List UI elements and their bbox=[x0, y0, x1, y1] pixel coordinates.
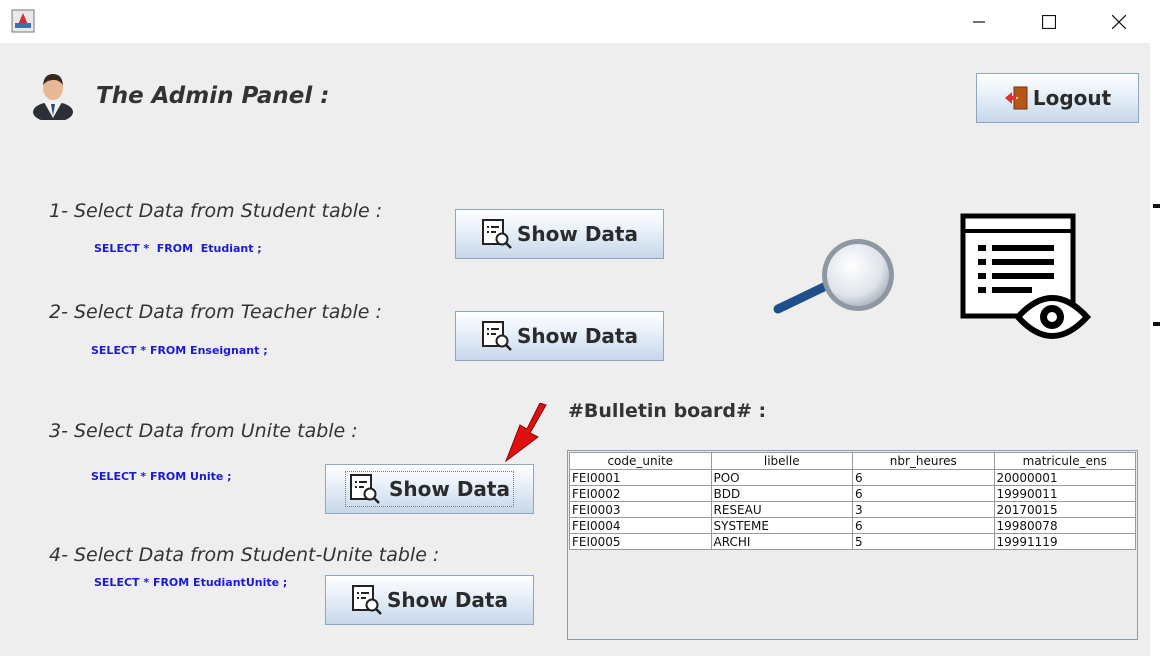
column-header[interactable]: matricule_ens bbox=[993, 452, 1136, 470]
focus-indicator: Show Data bbox=[345, 471, 514, 507]
search-document-icon bbox=[482, 219, 512, 249]
table-row[interactable]: FEI0003 RESEAU 3 20170015 bbox=[569, 501, 1136, 518]
table-cell[interactable]: FEI0002 bbox=[569, 485, 712, 502]
minimize-icon bbox=[973, 20, 985, 23]
bulletin-table-panel[interactable]: code_unite libelle nbr_heures matricule_… bbox=[567, 450, 1138, 640]
show-data-label: Show Data bbox=[389, 477, 510, 501]
table-cell[interactable]: 19990011 bbox=[993, 485, 1136, 502]
section-3-query: SELECT * FROM Unite ; bbox=[91, 470, 232, 483]
admin-panel: The Admin Panel : Logout 1- Select Data … bbox=[0, 43, 1150, 656]
table-cell[interactable]: 6 bbox=[852, 469, 995, 486]
table-cell[interactable]: 3 bbox=[852, 501, 995, 518]
section-4-query: SELECT * FROM EtudiantUnite ; bbox=[94, 576, 288, 589]
show-data-label: Show Data bbox=[517, 222, 638, 246]
search-document-icon bbox=[352, 585, 382, 615]
door-exit-icon bbox=[1004, 86, 1028, 110]
column-header[interactable]: code_unite bbox=[569, 452, 712, 470]
table-cell[interactable]: 5 bbox=[852, 533, 995, 550]
table-cell[interactable]: FEI0004 bbox=[569, 517, 712, 534]
show-student-data-button[interactable]: Show Data bbox=[455, 209, 664, 259]
document-eye-icon bbox=[960, 213, 1092, 339]
table-cell[interactable]: 19980078 bbox=[993, 517, 1136, 534]
table-cell[interactable]: 6 bbox=[852, 485, 995, 502]
table-cell[interactable]: SYSTEME bbox=[710, 517, 853, 534]
java-app-icon[interactable] bbox=[11, 9, 35, 33]
section-4-label: 4- Select Data from Student-Unite table … bbox=[49, 544, 440, 566]
show-unite-data-button[interactable]: Show Data bbox=[325, 464, 534, 514]
section-3-label: 3- Select Data from Unite table : bbox=[49, 420, 358, 442]
background-window-mark bbox=[1153, 322, 1160, 326]
table-cell[interactable]: FEI0003 bbox=[569, 501, 712, 518]
show-teacher-data-button[interactable]: Show Data bbox=[455, 311, 664, 361]
table-cell[interactable]: BDD bbox=[710, 485, 853, 502]
logout-button-label: Logout bbox=[1032, 86, 1112, 110]
section-1-label: 1- Select Data from Student table : bbox=[49, 200, 383, 222]
column-header[interactable]: nbr_heures bbox=[852, 452, 995, 470]
show-data-label: Show Data bbox=[517, 324, 638, 348]
table-cell[interactable]: FEI0001 bbox=[569, 469, 712, 486]
logout-button[interactable]: Logout bbox=[976, 73, 1139, 123]
table-row[interactable]: FEI0004 SYSTEME 6 19980078 bbox=[569, 517, 1136, 534]
bulletin-table: code_unite libelle nbr_heures matricule_… bbox=[569, 452, 1136, 550]
section-2-label: 2- Select Data from Teacher table : bbox=[49, 301, 382, 323]
search-document-icon bbox=[350, 474, 380, 504]
close-icon bbox=[1112, 14, 1126, 29]
column-header[interactable]: libelle bbox=[710, 452, 853, 470]
section-2-query: SELECT * FROM Enseignant ; bbox=[91, 344, 268, 357]
table-row[interactable]: FEI0005 ARCHI 5 19991119 bbox=[569, 533, 1136, 550]
admin-user-icon bbox=[33, 74, 73, 120]
close-button[interactable] bbox=[1084, 0, 1154, 43]
table-row[interactable]: FEI0001 POO 6 20000001 bbox=[569, 469, 1136, 486]
table-cell[interactable]: RESEAU bbox=[710, 501, 853, 518]
minimize-button[interactable] bbox=[944, 0, 1014, 43]
table-cell[interactable]: POO bbox=[710, 469, 853, 486]
table-cell[interactable]: 6 bbox=[852, 517, 995, 534]
table-cell[interactable]: 20000001 bbox=[993, 469, 1136, 486]
page-title: The Admin Panel : bbox=[96, 83, 330, 109]
maximize-icon bbox=[1042, 14, 1056, 29]
maximize-button[interactable] bbox=[1014, 0, 1084, 43]
search-document-icon bbox=[482, 321, 512, 351]
red-arrow-icon bbox=[504, 403, 547, 463]
background-window-mark bbox=[1153, 204, 1160, 208]
window-titlebar bbox=[0, 0, 1150, 43]
table-cell[interactable]: ARCHI bbox=[710, 533, 853, 550]
section-1-query: SELECT * FROM Etudiant ; bbox=[94, 242, 262, 255]
show-student-unite-data-button[interactable]: Show Data bbox=[325, 575, 534, 625]
table-row[interactable]: FEI0002 BDD 6 19990011 bbox=[569, 485, 1136, 502]
table-cell[interactable]: 19991119 bbox=[993, 533, 1136, 550]
table-header-row: code_unite libelle nbr_heures matricule_… bbox=[569, 452, 1136, 470]
table-cell[interactable]: FEI0005 bbox=[569, 533, 712, 550]
bulletin-title: #Bulletin board# : bbox=[568, 400, 767, 422]
background-window-edge bbox=[1150, 0, 1160, 656]
magnifier-icon bbox=[773, 239, 894, 314]
show-data-label: Show Data bbox=[387, 588, 508, 612]
table-cell[interactable]: 20170015 bbox=[993, 501, 1136, 518]
